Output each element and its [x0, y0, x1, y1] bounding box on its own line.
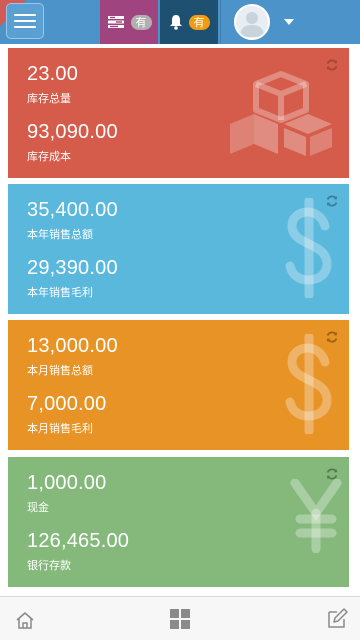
inventory-card[interactable]: 23.00 库存总量 93,090.00 库存成本	[8, 48, 349, 178]
top-navbar: 有 有	[0, 0, 360, 44]
cash-value: 1,000.00	[27, 472, 107, 494]
dollar-icon	[285, 198, 332, 298]
home-icon[interactable]	[15, 611, 35, 629]
yen-icon	[290, 479, 342, 553]
cubes-icon	[230, 71, 332, 156]
monthly-gross-profit-value: 7,000.00	[27, 393, 107, 415]
menu-bar	[14, 14, 36, 16]
tasks-icon	[107, 16, 124, 28]
monthly-sales-total-value: 13,000.00	[27, 335, 118, 357]
bank-deposit-label: 银行存款	[27, 559, 71, 572]
yearly-gross-profit-value: 29,390.00	[27, 257, 118, 279]
inventory-quantity-label: 库存总量	[27, 92, 71, 105]
yearly-sales-card[interactable]: 35,400.00 本年销售总额 29,390.00 本年销售毛利	[8, 184, 349, 314]
monthly-sales-total-label: 本月销售总额	[27, 364, 93, 377]
dollar-icon	[285, 334, 332, 434]
notifications-button[interactable]: 有	[160, 0, 218, 44]
user-menu-button[interactable]	[220, 0, 306, 44]
avatar	[233, 4, 270, 40]
menu-bar	[14, 20, 36, 22]
monthly-gross-profit-label: 本月销售毛利	[27, 422, 93, 435]
bank-deposit-value: 126,465.00	[27, 530, 130, 552]
bell-icon	[169, 15, 182, 30]
yearly-gross-profit-label: 本年销售毛利	[27, 286, 93, 299]
notifications-badge: 有	[188, 14, 210, 30]
tasks-button[interactable]: 有	[100, 0, 158, 44]
menu-bar	[14, 26, 36, 28]
yearly-sales-total-label: 本年销售总额	[27, 228, 93, 241]
inventory-quantity-value: 23.00	[27, 63, 79, 85]
edit-icon[interactable]	[326, 607, 348, 629]
grid-icon[interactable]	[169, 608, 191, 630]
yearly-sales-total-value: 35,400.00	[27, 199, 118, 221]
user-silhouette-icon	[239, 12, 264, 37]
menu-button[interactable]	[6, 3, 44, 39]
inventory-cost-label: 库存成本	[27, 150, 71, 163]
cash-label: 现金	[27, 501, 49, 514]
cash-bank-card[interactable]: 1,000.00 现金 126,465.00 银行存款	[8, 457, 349, 587]
tasks-badge: 有	[130, 14, 152, 30]
monthly-sales-card[interactable]: 13,000.00 本月销售总额 7,000.00 本月销售毛利	[8, 320, 349, 450]
inventory-cost-value: 93,090.00	[27, 121, 118, 143]
chevron-down-icon	[283, 19, 294, 25]
bottom-toolbar	[0, 596, 360, 640]
